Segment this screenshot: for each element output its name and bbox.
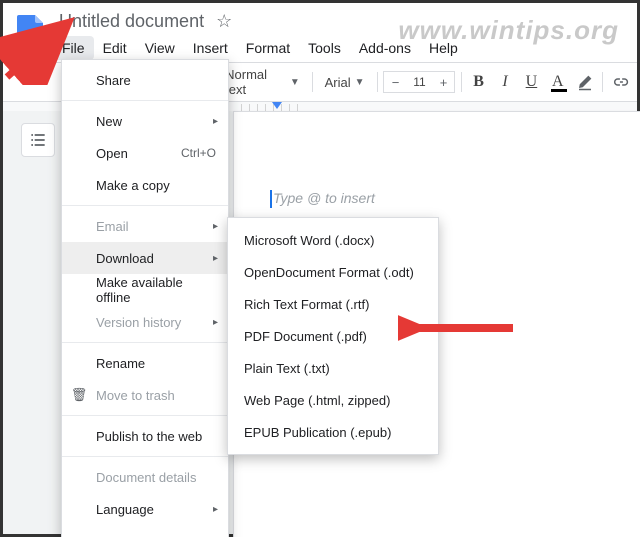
file-menu-publish[interactable]: Publish to the web — [62, 420, 228, 452]
separator — [312, 72, 313, 92]
file-menu-open-shortcut: Ctrl+O — [181, 146, 216, 160]
file-menu-make-offline[interactable]: Make available offline — [62, 274, 228, 306]
file-menu-new[interactable]: New ▸ — [62, 105, 228, 137]
header: Untitled document ☆ File Edit View Inser… — [3, 3, 637, 60]
download-rtf[interactable]: Rich Text Format (.rtf) — [228, 288, 438, 320]
separator — [62, 456, 228, 457]
separator — [602, 72, 603, 92]
menu-format[interactable]: Format — [237, 36, 299, 60]
file-menu-version-history-label: Version history — [96, 315, 181, 330]
chevron-down-icon: ▼ — [290, 77, 300, 88]
file-menu-doc-details-label: Document details — [96, 470, 196, 485]
file-menu-make-copy-label: Make a copy — [96, 178, 170, 193]
file-menu-page-setup[interactable]: Page setup — [62, 525, 228, 537]
download-odt[interactable]: OpenDocument Format (.odt) — [228, 256, 438, 288]
file-menu-dropdown: Share New ▸ Open Ctrl+O Make a copy Emai… — [61, 59, 229, 537]
chevron-right-icon: ▸ — [213, 253, 218, 264]
file-menu-share-label: Share — [96, 73, 131, 88]
menu-insert[interactable]: Insert — [184, 36, 237, 60]
separator — [377, 72, 378, 92]
menu-addons[interactable]: Add-ons — [350, 36, 420, 60]
file-menu-version-history: Version history ▸ — [62, 306, 228, 338]
font-size-stepper[interactable]: − 11 + — [383, 71, 455, 93]
file-menu-move-trash: 🗑 Move to trash — [62, 379, 228, 411]
document-title[interactable]: Untitled document — [53, 9, 210, 34]
download-docx[interactable]: Microsoft Word (.docx) — [228, 224, 438, 256]
file-menu-make-offline-label: Make available offline — [96, 275, 216, 305]
font-family-dropdown[interactable]: Arial ▼ — [319, 75, 371, 90]
file-menu-share[interactable]: Share — [62, 64, 228, 96]
bold-button[interactable]: B — [468, 73, 488, 91]
file-menu-doc-details: Document details — [62, 461, 228, 493]
chevron-right-icon: ▸ — [213, 317, 218, 328]
star-icon[interactable]: ☆ — [216, 11, 232, 32]
download-txt[interactable]: Plain Text (.txt) — [228, 352, 438, 384]
file-menu-email-label: Email — [96, 219, 129, 234]
file-menu-download[interactable]: Download ▸ — [62, 242, 228, 274]
file-menu-language-label: Language — [96, 502, 154, 517]
show-outline-button[interactable] — [21, 123, 55, 157]
separator — [62, 415, 228, 416]
file-menu-page-setup-label: Page setup — [96, 534, 162, 537]
chevron-right-icon: ▸ — [213, 116, 218, 127]
separator — [62, 100, 228, 101]
insert-link-button[interactable] — [609, 70, 631, 94]
download-pdf[interactable]: PDF Document (.pdf) — [228, 320, 438, 352]
chevron-right-icon: ▸ — [213, 221, 218, 232]
file-menu-rename-label: Rename — [96, 356, 145, 371]
menu-view[interactable]: View — [136, 36, 184, 60]
download-submenu: Microsoft Word (.docx) OpenDocument Form… — [227, 217, 439, 455]
file-menu-open-label: Open — [96, 146, 128, 161]
font-family-value: Arial — [325, 75, 351, 90]
file-menu-open[interactable]: Open Ctrl+O — [62, 137, 228, 169]
download-epub[interactable]: EPUB Publication (.epub) — [228, 416, 438, 448]
file-menu-move-trash-label: Move to trash — [96, 388, 175, 403]
font-size-value[interactable]: 11 — [406, 75, 432, 89]
separator — [62, 205, 228, 206]
mention-placeholder: Type @ to insert — [273, 190, 375, 206]
separator — [461, 72, 462, 92]
indent-marker-icon[interactable] — [272, 102, 282, 109]
docs-logo-icon[interactable] — [13, 9, 49, 57]
chevron-right-icon: ▸ — [213, 504, 218, 515]
file-menu-publish-label: Publish to the web — [96, 429, 202, 444]
separator — [62, 342, 228, 343]
file-menu-language[interactable]: Language ▸ — [62, 493, 228, 525]
italic-button[interactable]: I — [495, 73, 515, 91]
file-menu-rename[interactable]: Rename — [62, 347, 228, 379]
menu-file[interactable]: File — [53, 36, 94, 60]
download-html[interactable]: Web Page (.html, zipped) — [228, 384, 438, 416]
file-menu-new-label: New — [96, 114, 122, 129]
trash-icon: 🗑 — [70, 387, 88, 403]
chevron-down-icon: ▼ — [355, 77, 365, 88]
text-color-button[interactable]: A — [548, 73, 568, 91]
menubar: File Edit View Insert Format Tools Add-o… — [53, 36, 467, 60]
paragraph-styles-dropdown[interactable]: Normal text ▼ — [219, 67, 306, 97]
menu-edit[interactable]: Edit — [94, 36, 136, 60]
underline-button[interactable]: U — [521, 73, 541, 91]
file-menu-email: Email ▸ — [62, 210, 228, 242]
file-menu-make-copy[interactable]: Make a copy — [62, 169, 228, 201]
highlight-color-button[interactable] — [574, 70, 596, 94]
file-menu-download-label: Download — [96, 251, 154, 266]
menu-tools[interactable]: Tools — [299, 36, 350, 60]
decrease-font-size-button[interactable]: − — [384, 75, 406, 90]
increase-font-size-button[interactable]: + — [432, 75, 454, 90]
paragraph-styles-value: Normal text — [225, 67, 286, 97]
menu-help[interactable]: Help — [420, 36, 467, 60]
